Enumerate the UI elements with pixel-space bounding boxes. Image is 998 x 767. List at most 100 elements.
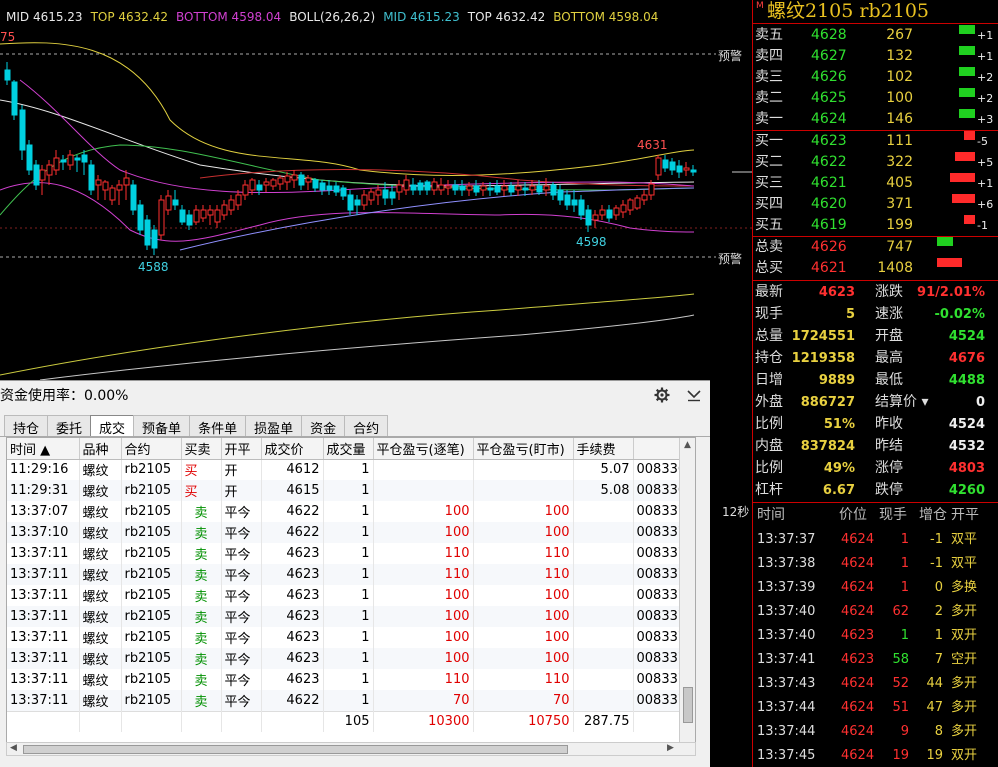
table-cell: 4623: [261, 585, 324, 606]
indicator-line: [0, 293, 695, 376]
tick-volume: 9: [900, 724, 909, 739]
level-volume: 199: [886, 217, 913, 233]
scroll-right-arrow[interactable]: ▶: [667, 743, 674, 753]
bid-level-row[interactable]: 买二 4622 322 +5: [753, 152, 998, 173]
bid-level-row[interactable]: 买一 4623 111 -5: [753, 131, 998, 152]
stat-label: 总量: [755, 328, 783, 344]
table-cell: rb2105: [121, 690, 182, 711]
tab-6[interactable]: 资金: [301, 415, 346, 437]
level-price: 4625: [811, 90, 847, 106]
table-row[interactable]: 13:37:11螺纹rb2105卖平今46231110110008337: [7, 564, 680, 585]
gear-icon[interactable]: [654, 387, 670, 403]
table-row[interactable]: 13:37:11螺纹rb2105卖平今462217070008337: [7, 690, 680, 711]
table-cell: 4623: [261, 606, 324, 627]
table-cell: [573, 669, 634, 690]
horizontal-scrollbar[interactable]: ◀ ▶: [6, 742, 696, 756]
bid-level-row[interactable]: 买三 4621 405 +1: [753, 173, 998, 194]
table-row[interactable]: 13:37:11螺纹rb2105卖平今46231100100008337: [7, 585, 680, 606]
table-cell: rb2105: [121, 501, 182, 522]
table-row[interactable]: 13:37:11螺纹rb2105卖平今46231100100008337: [7, 627, 680, 648]
tick-price: 4624: [841, 676, 875, 691]
table-row[interactable]: 11:29:16螺纹rb2105买开46121 5.07008336: [7, 459, 680, 480]
ask-level-row[interactable]: 卖四 4627 132 +1: [753, 46, 998, 67]
kline-chart[interactable]: MID 4615.23 TOP 4632.42 BOTTOM 4598.04 BOLL…: [0, 0, 752, 380]
column-header[interactable]: 成交价: [261, 438, 324, 460]
table-cell: [473, 480, 574, 501]
column-header[interactable]: 时间 ▲: [7, 438, 80, 460]
collapse-chevron-icon[interactable]: [686, 388, 702, 402]
stat-value: 4260: [948, 483, 985, 498]
level-label: 买二: [755, 154, 783, 170]
table-cell: 平今: [221, 564, 262, 585]
table-row[interactable]: 13:37:11螺纹rb2105卖平今46231110110008337: [7, 669, 680, 690]
tab-7[interactable]: 合约: [344, 415, 389, 437]
fund-usage-label: 资金使用率：: [0, 388, 84, 404]
table-cell: 4623: [261, 669, 324, 690]
candle-body: [88, 164, 95, 191]
level-price: 4624: [811, 111, 847, 127]
ask-level-row[interactable]: 卖一 4624 146 +3: [753, 109, 998, 130]
vertical-scrollbar[interactable]: ▲ ▼: [679, 438, 695, 754]
total-sell-row: 总卖 4626 747: [753, 237, 998, 258]
table-row[interactable]: 13:37:11螺纹rb2105卖平今46231110110008337: [7, 543, 680, 564]
candle-body: [501, 185, 508, 191]
vertical-scroll-thumb[interactable]: [683, 687, 693, 723]
column-header[interactable]: 合约: [121, 438, 182, 460]
tab-4[interactable]: 条件单: [189, 415, 247, 437]
bid-level-row[interactable]: 买五 4619 199 -1: [753, 215, 998, 236]
ticks-divider: [753, 502, 998, 503]
ask-level-row[interactable]: 卖三 4626 102 +2: [753, 67, 998, 88]
table-row[interactable]: 13:37:07螺纹rb2105卖平今46221100100008337: [7, 501, 680, 522]
stat-row: 现手 5 速涨 -0.02%: [753, 304, 998, 325]
total-volume-bar: [937, 258, 962, 267]
candle-body: [536, 185, 543, 193]
scroll-up-arrow[interactable]: ▲: [684, 440, 691, 450]
tab-0[interactable]: 持仓: [4, 415, 49, 437]
total-label: 总卖: [755, 239, 783, 255]
stat-row: 日增 9889 最低 4488: [753, 370, 998, 391]
column-header[interactable]: 品种: [79, 438, 122, 460]
warning-label-lower[interactable]: 预警: [718, 250, 742, 267]
column-header[interactable]: 手续费: [573, 438, 634, 460]
column-header[interactable]: 平仓盈亏(盯市): [473, 438, 574, 460]
candle-body: [235, 194, 242, 206]
table-cell: 螺纹: [79, 501, 122, 522]
scroll-left-arrow[interactable]: ◀: [10, 743, 17, 753]
level-price: 4627: [811, 48, 847, 64]
indicator-line: [179, 187, 695, 251]
tick-type: 多开: [951, 676, 978, 691]
table-cell: 1: [323, 459, 374, 480]
warning-label-upper[interactable]: 预警: [718, 47, 742, 64]
table-row[interactable]: 13:37:11螺纹rb2105卖平今46231100100008337: [7, 606, 680, 627]
tab-1[interactable]: 委托: [47, 415, 92, 437]
tick-volume: 19: [892, 748, 909, 763]
column-header[interactable]: 成交量: [323, 438, 374, 460]
table-row[interactable]: 11:29:31螺纹rb2105买开46151 5.08008336: [7, 480, 680, 501]
instrument-title[interactable]: M 螺纹2105 rb2105: [753, 0, 998, 24]
tab-2[interactable]: 成交: [90, 415, 135, 437]
candle-body: [151, 229, 158, 249]
table-cell: 13:37:11: [7, 585, 80, 606]
column-header[interactable]: 平仓盈亏(逐笔): [373, 438, 474, 460]
candle-body: [284, 175, 291, 183]
indicator-line: [0, 144, 695, 216]
bid-level-row[interactable]: 买四 4620 371 +6: [753, 194, 998, 215]
tick-time: 13:37:39: [757, 580, 816, 595]
tick-row: 13:37:40 4623 1 1 双开: [753, 625, 998, 646]
column-header[interactable]: [633, 438, 680, 460]
column-header[interactable]: 开平: [221, 438, 262, 460]
tab-3[interactable]: 预备单: [133, 415, 191, 437]
table-cell: 1: [323, 690, 374, 711]
ask-level-row[interactable]: 卖二 4625 100 +2: [753, 88, 998, 109]
horizontal-scroll-thumb[interactable]: [23, 745, 568, 754]
tick-oi-change: 47: [926, 700, 943, 715]
candle-body: [200, 209, 207, 219]
table-row[interactable]: 13:37:10螺纹rb2105卖平今46221100100008337: [7, 522, 680, 543]
table-row[interactable]: 13:37:11螺纹rb2105卖平今46231100100008337: [7, 648, 680, 669]
table-cell: 螺纹: [79, 459, 122, 480]
level-price: 4626: [811, 69, 847, 85]
column-header[interactable]: 买卖: [181, 438, 222, 460]
tab-5[interactable]: 损盈单: [245, 415, 303, 437]
table-cell: 13:37:11: [7, 690, 80, 711]
ask-level-row[interactable]: 卖五 4628 267 +1: [753, 25, 998, 46]
